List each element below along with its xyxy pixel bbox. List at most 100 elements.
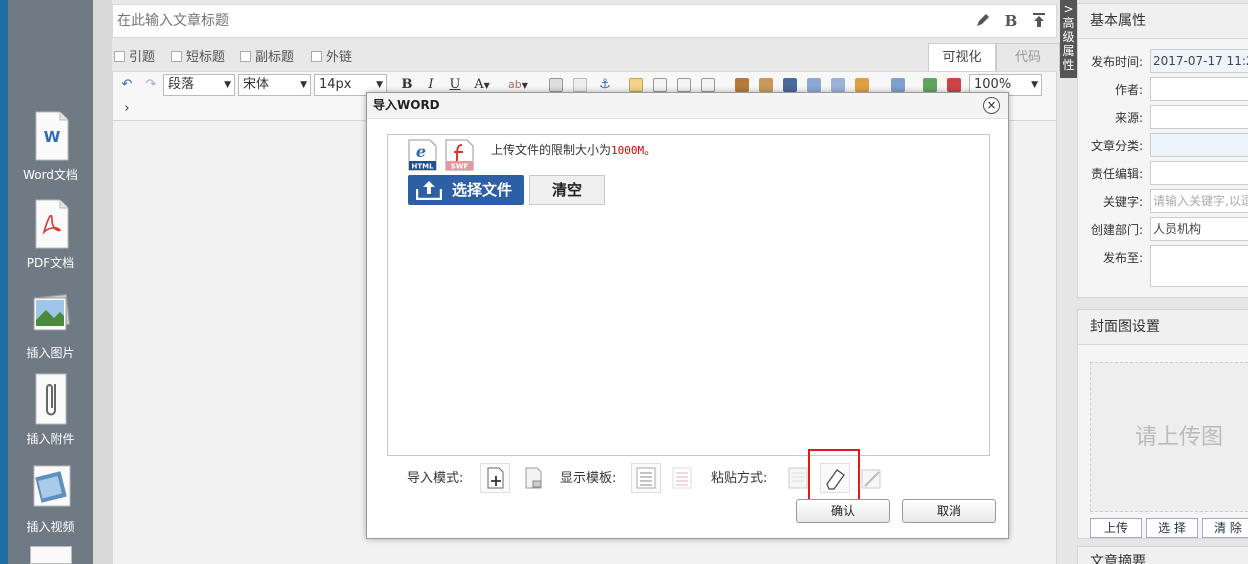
advanced-properties-toggle[interactable]: > 高级属性 [1060, 0, 1077, 78]
cover-image-dropzone[interactable]: 请上传图 [1090, 362, 1248, 512]
checkbox[interactable] [171, 51, 182, 62]
undo-icon[interactable]: ↶ [119, 74, 135, 96]
paste-mode-selection-highlight [808, 449, 860, 501]
category-input[interactable] [1150, 133, 1248, 157]
keywords-input[interactable]: 请输入关键字,以逗 [1150, 189, 1248, 213]
insert-image-icon[interactable] [735, 78, 749, 92]
font-size-select-value: 14px [319, 77, 352, 92]
tab-code[interactable]: 代码 [996, 43, 1060, 71]
source-input[interactable] [1150, 105, 1248, 129]
chevron-down-icon: ▼ [300, 80, 307, 90]
advanced-properties-label: 高级属性 [1062, 16, 1075, 72]
paragraph-select-value: 段落 [168, 77, 195, 92]
limit-prefix: 上传文件的限制大小为 [491, 143, 612, 157]
pdf-doc-icon [35, 199, 68, 249]
clear-files-button[interactable]: 清空 [529, 175, 605, 205]
summary-box: 文章摘要 [1077, 546, 1248, 564]
dialog-close-button[interactable]: × [983, 97, 1000, 114]
option-sub-title[interactable]: 副标题 [240, 46, 294, 65]
display-template-label: 显示模板: [560, 471, 617, 486]
insert-gallery-icon[interactable] [759, 78, 773, 92]
table-icon[interactable] [891, 78, 905, 92]
tab-visual[interactable]: 可视化 [928, 43, 996, 71]
field-label: 作者: [1114, 83, 1143, 97]
insert-music-icon[interactable] [807, 78, 821, 92]
font-select-value: 宋体 [243, 77, 270, 92]
checkbox[interactable] [240, 51, 251, 62]
image-icon [33, 293, 70, 331]
option-quote[interactable]: 引题 [114, 46, 155, 65]
article-title-input[interactable] [112, 4, 1057, 38]
cover-upload-button[interactable]: 上传 [1090, 518, 1142, 538]
pen-icon[interactable] [974, 12, 992, 30]
align-left-icon[interactable] [629, 78, 643, 92]
upload-size-limit: 上传文件的限制大小为1000M。 [491, 141, 656, 158]
limit-suffix: 。 [644, 143, 657, 157]
paste-mode-plain-icon[interactable] [856, 463, 886, 493]
tool-word-doc[interactable]: W Word文档 [8, 108, 93, 183]
font-select[interactable]: 宋体 ▼ [238, 74, 311, 96]
tool-insert-attachment[interactable]: 插入附件 [8, 372, 93, 447]
template-red-lines-icon[interactable] [667, 463, 697, 493]
tool-word-doc-label: Word文档 [23, 168, 78, 182]
title-bold-button[interactable]: B [1002, 12, 1020, 30]
choose-file-label: 选择文件 [452, 181, 513, 199]
svg-text:e: e [416, 142, 426, 161]
more-tools-button[interactable]: › [121, 98, 133, 120]
department-input[interactable]: 人员机构 [1150, 217, 1248, 241]
align-center-icon[interactable] [653, 78, 667, 92]
import-word-dialog: 导入WORD × e HTML SWF 上传文件的限制大小为1000M。 选择文… [366, 92, 1009, 539]
basic-properties-box: 基本属性 发布时间: 2017-07-17 11:28 作者: 来源: 文章分类… [1077, 3, 1248, 298]
redo-icon[interactable]: ↷ [143, 74, 159, 96]
import-pdf-icon[interactable] [947, 78, 961, 92]
field-label: 责任编辑: [1090, 167, 1143, 181]
html-format-icon: e HTML [408, 139, 437, 171]
cover-image-box: 封面图设置 请上传图 上传 选 择 清 除 [1077, 309, 1248, 539]
tool-insert-image[interactable]: 插入图片 [8, 286, 93, 361]
tool-pdf-doc[interactable]: PDF文档 [8, 196, 93, 271]
import-mode-new-icon[interactable] [480, 463, 510, 493]
video-icon [33, 465, 70, 507]
cover-clear-button[interactable]: 清 除 [1202, 518, 1248, 538]
chevron-right-icon: > [1063, 2, 1074, 16]
attachment-icon[interactable] [831, 78, 845, 92]
limit-value: 1000M [611, 144, 645, 157]
align-right-icon[interactable] [677, 78, 691, 92]
swf-format-label: SWF [451, 163, 469, 171]
editor-input[interactable] [1150, 161, 1248, 185]
field-publish-time: 发布时间: 2017-07-17 11:28 [1078, 49, 1248, 73]
paperclip-icon [35, 373, 66, 425]
cover-select-button[interactable]: 选 择 [1146, 518, 1198, 538]
template-lines-icon[interactable] [631, 463, 661, 493]
field-editor: 责任编辑: [1078, 161, 1248, 185]
unlink-icon[interactable] [573, 78, 587, 92]
option-sub-title-label: 副标题 [255, 50, 295, 65]
option-external-link[interactable]: 外链 [311, 46, 352, 65]
cancel-button[interactable]: 取消 [902, 499, 996, 523]
link-icon[interactable] [549, 78, 563, 92]
publish-time-input[interactable]: 2017-07-17 11:28 [1150, 49, 1248, 73]
svg-text:W: W [43, 128, 60, 146]
tool-insert-video[interactable]: 插入视频 [8, 460, 93, 535]
import-excel-icon[interactable] [923, 78, 937, 92]
field-label: 发布至: [1102, 251, 1143, 265]
publish-to-input[interactable] [1150, 245, 1248, 287]
choose-file-button[interactable]: 选择文件 [408, 175, 524, 205]
word-doc-icon: W [35, 111, 68, 161]
map-icon[interactable] [855, 78, 869, 92]
pin-top-icon[interactable] [1030, 12, 1048, 30]
field-category: 文章分类: [1078, 133, 1248, 157]
author-input[interactable] [1150, 77, 1248, 101]
import-mode-append-icon[interactable] [518, 463, 548, 493]
confirm-button[interactable]: 确认 [796, 499, 890, 523]
dialog-title: 导入WORD [367, 93, 1008, 119]
field-label: 发布时间: [1090, 55, 1143, 69]
paragraph-select[interactable]: 段落 ▼ [163, 74, 235, 96]
option-short-title[interactable]: 短标题 [171, 46, 225, 65]
align-justify-icon[interactable] [701, 78, 715, 92]
upload-icon [416, 181, 442, 200]
insert-video-icon[interactable] [783, 78, 797, 92]
checkbox[interactable] [311, 51, 322, 62]
field-label: 来源: [1114, 111, 1143, 125]
checkbox[interactable] [114, 51, 125, 62]
